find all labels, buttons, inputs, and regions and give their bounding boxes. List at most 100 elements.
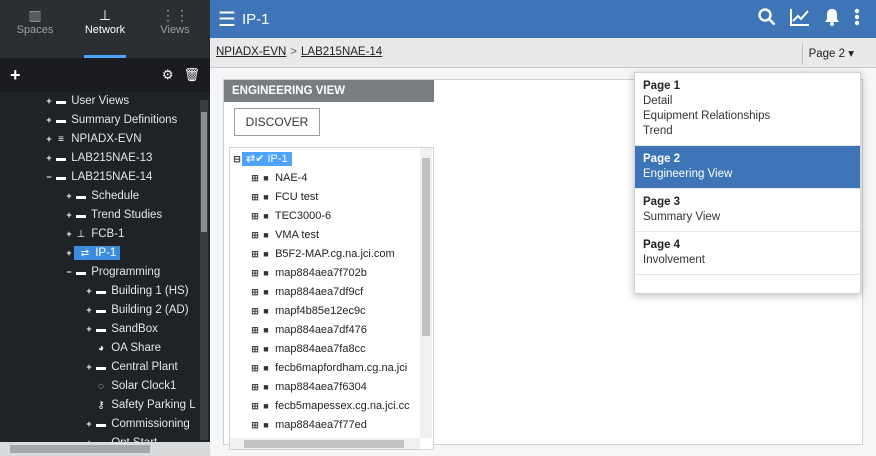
expand-toggle-icon[interactable]: ⊞ <box>250 302 260 321</box>
engineering-tree-item[interactable]: ⊞ ■ map884aea7df476 <box>232 321 420 340</box>
discover-button[interactable]: DISCOVER <box>234 108 320 136</box>
engineering-tree-item[interactable]: ⊞ ■ FCU test <box>232 188 420 207</box>
tree-scroll-thumb[interactable] <box>422 158 430 336</box>
expand-toggle-icon[interactable]: − <box>44 168 54 187</box>
tree-item[interactable]: + ▬ Building 2 (AD) <box>0 301 200 320</box>
expand-toggle-icon[interactable]: ⊞ <box>250 416 260 435</box>
expand-toggle-icon[interactable]: + <box>84 415 94 434</box>
engineering-tree-item[interactable]: ⊞ ■ VMA test <box>232 226 420 245</box>
tree-item[interactable]: ◌ Solar Clock1 <box>0 377 200 396</box>
tree-item[interactable]: +▬ Opt Start <box>0 434 200 442</box>
bell-icon[interactable] <box>824 8 840 31</box>
engineering-tree-item[interactable]: ⊞ ■ map884aea7f77ed <box>232 416 420 435</box>
views-icon: ⋮⋮ <box>161 7 189 23</box>
tree-item[interactable]: − ▬ LAB215NAE-14 <box>0 168 200 187</box>
expand-toggle-icon[interactable]: ⊞ <box>250 283 260 302</box>
expand-toggle-icon[interactable]: + <box>64 225 74 244</box>
expand-toggle-icon[interactable]: ⊞ <box>250 397 260 416</box>
tree-hscrollbar[interactable] <box>230 438 420 449</box>
left-scroll-thumb[interactable] <box>201 112 207 232</box>
tree-item-body: ▬ Schedule <box>74 190 139 202</box>
trend-chart-icon[interactable] <box>790 8 810 31</box>
expand-toggle-icon[interactable]: ⊞ <box>250 321 260 340</box>
expand-toggle-icon[interactable]: ⊞ <box>250 226 260 245</box>
network-icon: ⊥ <box>76 229 86 240</box>
expand-toggle-icon[interactable]: ⊞ <box>250 378 260 397</box>
expand-toggle-icon[interactable]: ⊞ <box>250 245 260 264</box>
expand-toggle-icon[interactable]: + <box>44 111 54 130</box>
left-hscrollbar[interactable] <box>0 442 210 456</box>
engineering-tree-item[interactable]: ⊞ ■ TEC3000-6 <box>232 207 420 226</box>
add-icon[interactable]: + <box>10 65 21 86</box>
device-icon: ■ <box>263 325 269 335</box>
engineering-tree-item[interactable]: ⊞ ■ B5F2-MAP.cg.na.jci.com <box>232 245 420 264</box>
expand-toggle-icon[interactable]: + <box>84 320 94 339</box>
tree-item[interactable]: + ▬ Central Plant <box>0 358 200 377</box>
page-menu-item[interactable]: Page 2 Engineering View <box>635 146 860 189</box>
page-menu-item[interactable]: Page 1 Detail Equipment Relationships Trend <box>635 73 860 146</box>
left-hscroll-thumb[interactable] <box>10 445 150 453</box>
collapse-toggle-icon[interactable]: ⊟ <box>232 150 242 169</box>
tab-views[interactable]: ⋮⋮ Views <box>140 0 210 58</box>
expand-toggle-icon[interactable]: + <box>84 301 94 320</box>
search-icon[interactable] <box>758 7 776 31</box>
tree-item[interactable]: ◕ OA Share <box>0 339 200 358</box>
page-menu-item[interactable]: Page 3 Summary View <box>635 189 860 232</box>
expand-toggle-icon[interactable]: + <box>84 358 94 377</box>
expand-toggle-icon[interactable]: ⊞ <box>250 264 260 283</box>
tree-item[interactable]: + ▬ Schedule <box>0 187 200 206</box>
expand-toggle-icon[interactable]: + <box>64 187 74 206</box>
gear-icon[interactable]: ⚙ <box>162 67 174 83</box>
page-selector[interactable]: Page 2 ▾ <box>801 43 860 65</box>
tree-item[interactable]: + ▬ Commissioning <box>0 415 200 434</box>
expand-toggle-icon[interactable]: ⊞ <box>250 207 260 226</box>
engineering-tree-item[interactable]: ⊞ ■ fecb6mapfordham.cg.na.jci <box>232 359 420 378</box>
engineering-tree-item[interactable]: ⊞ ■ NAE-4 <box>232 169 420 188</box>
tab-network[interactable]: ⊥ Network <box>70 0 140 58</box>
tree-item[interactable]: + ▬ Trend Studies <box>0 206 200 225</box>
trash-icon[interactable]: 🗑 <box>183 67 200 83</box>
tree-scrollbar[interactable] <box>420 148 432 438</box>
tree-item[interactable]: + ▬ SandBox <box>0 320 200 339</box>
tab-spaces-label: Spaces <box>16 24 54 36</box>
expand-toggle-icon[interactable]: + <box>84 434 94 442</box>
breadcrumb-item[interactable]: LAB215NAE-14 <box>301 46 382 58</box>
engineering-tree-item[interactable]: ⊞ ■ fecb5mapessex.cg.na.jci.cc <box>232 397 420 416</box>
expand-toggle-icon[interactable]: + <box>44 149 54 168</box>
expand-toggle-icon[interactable]: ⊞ <box>250 188 260 207</box>
expand-toggle-icon[interactable]: ⊞ <box>250 340 260 359</box>
expand-toggle-icon[interactable]: ⊞ <box>250 169 260 188</box>
expand-toggle-icon[interactable]: + <box>84 282 94 301</box>
engineering-tree-item[interactable]: ⊞ ■ mapf4b85e12ec9c <box>232 302 420 321</box>
menu-icon[interactable]: ☰ <box>218 7 236 32</box>
engineering-root-item[interactable]: ⊟ ⇄✔ IP-1 <box>232 150 433 169</box>
left-scrollbar[interactable] <box>200 100 208 440</box>
tree-item[interactable]: + ≡ NPIADX-EVN <box>0 130 200 149</box>
tab-spaces[interactable]: ▥ Spaces <box>0 0 70 58</box>
tree-item[interactable]: + ▬ Summary Definitions <box>0 111 200 130</box>
engineering-tree-item[interactable]: ⊞ ■ map884aea7f6304 <box>232 378 420 397</box>
tree-item[interactable]: ⚷ Safety Parking L <box>0 396 200 415</box>
tree-item-label: SandBox <box>111 323 158 335</box>
engineering-tree-item[interactable]: ⊞ ■ map884aea7df9cf <box>232 283 420 302</box>
tree-item[interactable]: + ▬ User Views <box>0 92 200 111</box>
engineering-tree-item[interactable]: ⊞ ■ map884aea7f702b <box>232 264 420 283</box>
page-menu-item[interactable]: Page 4 Involvement <box>635 232 860 275</box>
tree-hscroll-thumb[interactable] <box>244 440 404 448</box>
tree-item-body: ⚷ Safety Parking L <box>94 399 195 411</box>
more-vert-icon[interactable] <box>854 8 860 31</box>
expand-toggle-icon[interactable]: + <box>44 130 54 149</box>
expand-toggle-icon[interactable]: − <box>64 263 74 282</box>
tree-item[interactable]: + ⇄ IP-1 <box>0 244 200 263</box>
engineering-tree-item[interactable]: ⊞ ■ map884aea7fa8cc <box>232 340 420 359</box>
breadcrumb-item[interactable]: NPIADX-EVN <box>216 46 286 58</box>
tree-item[interactable]: + ▬ Building 1 (HS) <box>0 282 200 301</box>
expand-toggle-icon[interactable]: + <box>64 244 74 263</box>
tree-item[interactable]: − ▬ Programming <box>0 263 200 282</box>
tree-item[interactable]: + ⊥ FCB-1 <box>0 225 200 244</box>
expand-toggle-icon[interactable]: + <box>44 92 54 111</box>
tree-item[interactable]: + ▬ LAB215NAE-13 <box>0 149 200 168</box>
expand-toggle-icon[interactable]: + <box>64 206 74 225</box>
expand-toggle-icon[interactable]: ⊞ <box>250 359 260 378</box>
page-menu-subtitle: Trend <box>643 125 673 137</box>
